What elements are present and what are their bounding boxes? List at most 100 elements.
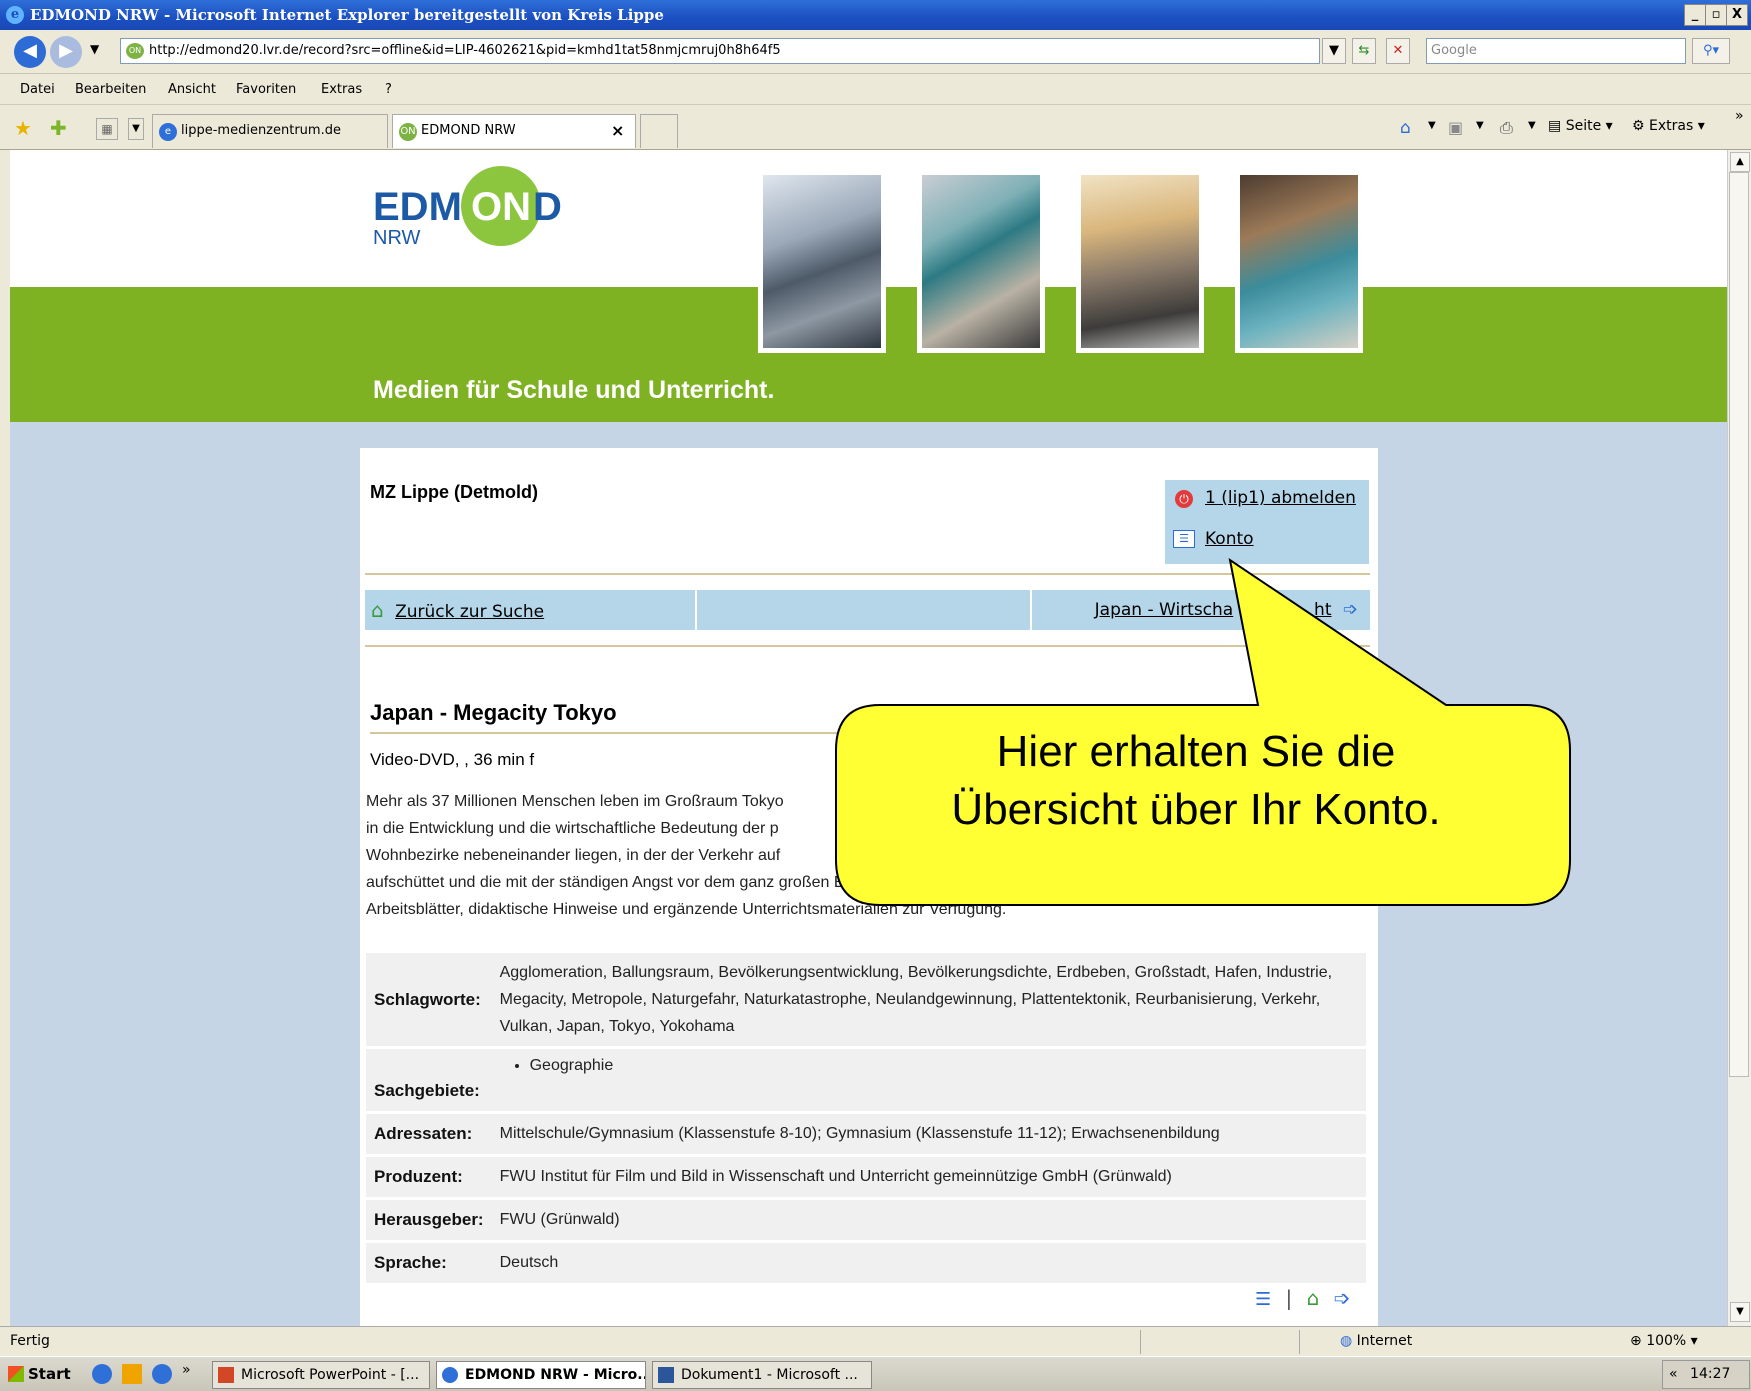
back-to-search[interactable]: ⌂ Zurück zur Suche [365,590,697,630]
add-favorite-icon[interactable]: ✚ [50,116,67,140]
powerpoint-icon [218,1367,234,1383]
ie-icon [442,1367,458,1383]
table-row: Adressaten: Mittelschule/Gymnasium (Klas… [366,1114,1366,1154]
scrollbar-thumb[interactable] [1729,172,1749,1077]
clock: 14:27 [1690,1366,1731,1382]
print-record-icon[interactable] [1265,666,1279,686]
favorites-star-icon[interactable]: ★ [14,116,32,140]
menu-extras[interactable]: Extras [321,82,362,97]
menu-help[interactable]: ? [385,82,392,97]
window-title-bar[interactable]: e EDMOND NRW - Microsoft Internet Explor… [0,0,1751,30]
record-panel: MZ Lippe (Detmold) ⏻ 1 (lip1) abmelden ☰… [360,448,1378,1326]
divider [365,645,1370,647]
record-footer-icons: ☰ | ⌂ ➩ [1255,1286,1351,1310]
home-icon: ⌂ [371,598,384,622]
search-input[interactable]: Google [1426,38,1686,64]
minimize-button[interactable]: _ [1684,4,1706,26]
print-icon[interactable]: ⎙ [1500,118,1513,138]
feeds-dropdown-icon[interactable]: ▼ [1476,120,1484,131]
toolbar-more-icon[interactable]: » [1735,108,1744,124]
scroll-up-icon[interactable]: ▲ [1730,152,1750,172]
stop-icon[interactable]: ✕ [1386,38,1410,64]
refresh-icon[interactable]: ⇆ [1352,38,1376,64]
record-navigation: ⌂ Zurück zur Suche Japan - Wirtscha ht ➩ [365,590,1370,630]
keywords-label: Schlagworte: [366,953,492,1046]
edmond-logo[interactable]: EDM ON D NRW [373,164,603,254]
keywords-value: Agglomeration, Ballungsraum, Bevölkerung… [491,953,1366,1046]
header-photo-4 [1235,170,1363,353]
new-tab-button[interactable] [640,114,678,148]
ie-quicklaunch-icon[interactable] [152,1364,172,1384]
tab-lippe-medienzentrum[interactable]: e lippe-medienzentrum.de [152,114,388,148]
nav-middle-cell [697,590,1032,630]
home-dropdown-icon[interactable]: ▼ [1428,120,1436,131]
svg-text:D: D [533,185,562,229]
svg-text:NRW: NRW [373,227,421,249]
feeds-icon[interactable]: ▣ [1448,118,1463,137]
logout-link[interactable]: 1 (lip1) abmelden [1205,488,1356,508]
close-button[interactable]: X [1726,4,1748,26]
taskbar-item-powerpoint[interactable]: Microsoft PowerPoint - [... [212,1361,430,1389]
publisher-label: Herausgeber: [366,1200,492,1240]
table-row: Schlagworte: Agglomeration, Ballungsraum… [366,953,1366,1046]
site-tagline: Medien für Schule und Unterricht. [373,376,775,404]
address-url: http://edmond20.lvr.de/record?src=offlin… [149,43,781,58]
next-record-link[interactable]: Japan - Wirtscha ht ➩ [1032,590,1370,630]
menu-favoriten[interactable]: Favoriten [236,82,296,97]
address-toolbar: ◀ ▶ ▼ ON http://edmond20.lvr.de/record?s… [0,30,1751,74]
site-favicon-icon: ON [126,43,144,59]
home-icon[interactable]: ⌂ [1307,1286,1320,1310]
language-label: Sprache: [366,1243,492,1283]
close-tab-icon[interactable]: × [611,115,624,147]
print-dropdown-icon[interactable]: ▼ [1528,120,1536,131]
table-row: Herausgeber: FWU (Grünwald) [366,1200,1366,1240]
menu-ansicht[interactable]: Ansicht [168,82,216,97]
address-field[interactable]: ON http://edmond20.lvr.de/record?src=off… [120,38,1320,64]
header-photo-3 [1076,170,1204,353]
audience-value: Mittelschule/Gymnasium (Klassenstufe 8-1… [491,1114,1366,1154]
extras-menu[interactable]: ⚙ Extras ▾ [1632,118,1705,134]
back-arrow-icon[interactable]: ◀ [14,36,46,68]
quicklaunch-icon[interactable] [122,1364,142,1384]
table-row: Sprache: Deutsch [366,1243,1366,1283]
zoom-control[interactable]: ⊕ 100% ▾ [1630,1333,1698,1349]
forward-arrow-icon[interactable]: ▶ [50,36,82,68]
search-icon[interactable]: ⚲▾ [1692,38,1730,64]
quicklaunch-more-icon[interactable]: » [182,1362,191,1378]
status-text: Fertig [10,1333,50,1349]
account-list-icon[interactable]: ☰ [1255,1289,1271,1310]
tray-expand-icon[interactable]: « [1669,1366,1678,1382]
logout-icon: ⏻ [1175,490,1193,508]
site-favicon-icon: ON [399,123,417,141]
producer-value: FWU Institut für Film und Bild in Wissen… [491,1157,1366,1197]
taskbar-item-word[interactable]: Dokument1 - Microsoft ... [652,1361,872,1389]
taskbar: Start » Microsoft PowerPoint - [... EDMO… [0,1356,1751,1391]
svg-text:ON: ON [471,185,531,229]
history-dropdown-icon[interactable]: ▼ [90,42,99,56]
language-value: Deutsch [491,1243,1366,1283]
record-details-table: Schlagworte: Agglomeration, Ballungsraum… [366,950,1366,1286]
status-panels [1140,1330,1300,1354]
start-button[interactable]: Start [4,1360,80,1389]
menu-bearbeiten[interactable]: Bearbeiten [75,82,146,97]
windows-logo-icon [8,1366,24,1382]
next-arrow-icon[interactable]: ➩ [1334,1286,1351,1310]
tab-list-dropdown-icon[interactable]: ▼ [128,118,144,140]
account-list-icon: ☰ [1173,530,1195,548]
quick-tabs-icon[interactable]: ▦ [96,118,118,140]
taskbar-item-edmond[interactable]: EDMOND NRW - Micro... [436,1361,646,1389]
ie-quicklaunch-icon[interactable] [92,1364,112,1384]
home-icon[interactable]: ⌂ [1400,118,1411,138]
scroll-down-icon[interactable]: ▼ [1730,1302,1750,1322]
menu-bar: Datei Bearbeiten Ansicht Favoriten Extra… [0,75,1751,105]
tab-edmond-nrw[interactable]: ON EDMOND NRW × [392,114,636,148]
list-item: Geographie [530,1057,1358,1075]
account-link[interactable]: Konto [1205,529,1254,549]
subjects-label: Sachgebiete: [366,1049,492,1111]
page-menu[interactable]: ▤ Seite ▾ [1548,118,1613,134]
maximize-button[interactable]: ▫ [1705,4,1727,26]
next-arrow-icon: ➩ [1342,599,1358,620]
header-photo-2 [917,170,1045,353]
address-dropdown-icon[interactable]: ▼ [1322,38,1346,64]
menu-datei[interactable]: Datei [20,82,55,97]
